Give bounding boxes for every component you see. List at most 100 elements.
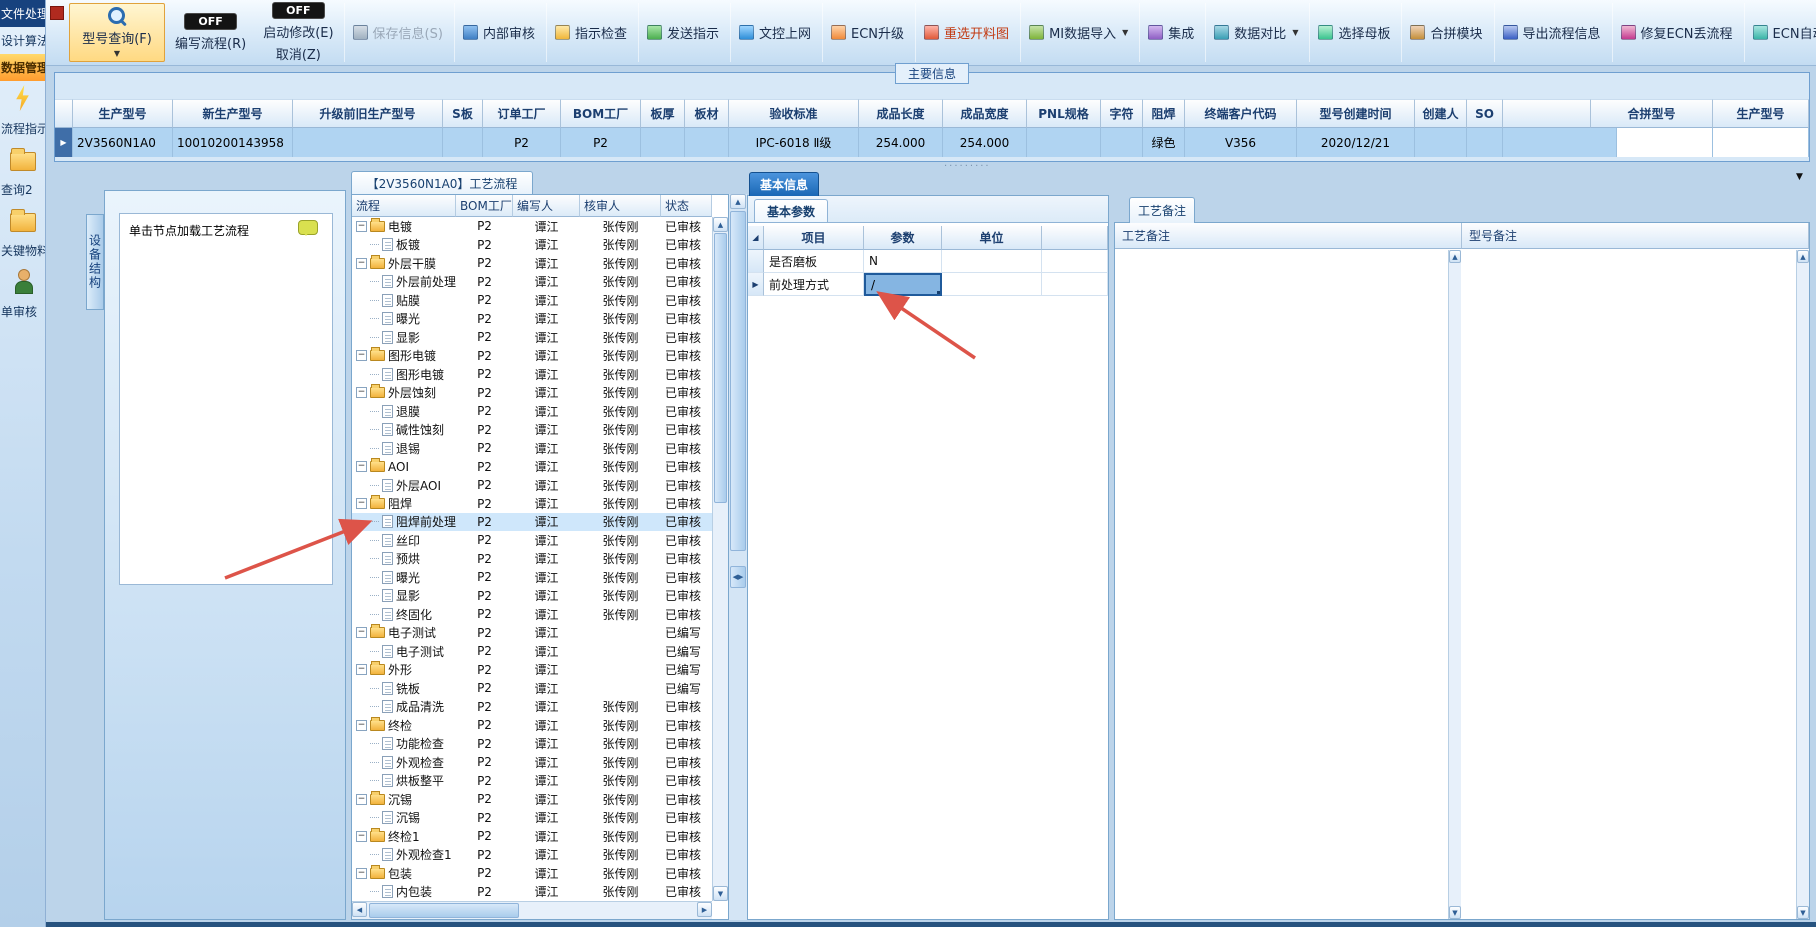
tree-row[interactable]: − 终检1 P2 谭江 张传刚 已审核 — [352, 827, 712, 845]
column-header[interactable]: PNL规格 — [1027, 99, 1101, 128]
scroll-down-icon[interactable]: ▼ — [713, 886, 728, 901]
column-header[interactable]: 新生产型号 — [173, 99, 293, 128]
tree-row[interactable]: − 电子测试 P2 谭江 已编写 — [352, 624, 712, 642]
tree-row[interactable]: − 外层蚀刻 P2 谭江 张传刚 已审核 — [352, 383, 712, 401]
grid-cell[interactable] — [1713, 128, 1809, 157]
grid-cell[interactable]: 2V3560N1A0 — [73, 128, 173, 157]
tree-vertical-scrollbar[interactable]: ▲ ▼ — [712, 217, 728, 901]
remarks-column-header[interactable]: 型号备注 — [1462, 223, 1809, 249]
scroll-left-icon[interactable]: ◀ — [352, 902, 367, 917]
off-toggle[interactable]: OFF — [184, 13, 237, 30]
grid-cell[interactable]: P2 — [561, 128, 641, 157]
grid-cell[interactable]: P2 — [483, 128, 561, 157]
scroll-up-icon[interactable]: ▲ — [713, 217, 728, 232]
scrollbar-thumb[interactable] — [714, 233, 727, 503]
main-info-data-row[interactable]: ▶ 2V3560N1A0 10010200143958 P2 P2 IPC-6018 Ⅱ级… — [55, 128, 1809, 157]
param-column-header[interactable]: 项目 — [764, 226, 864, 250]
toolbar-button[interactable]: 取消(Z) — [276, 44, 321, 63]
vertical-splitter[interactable]: ▲ ◀▶ — [729, 194, 747, 920]
column-header[interactable]: 字符 — [1101, 99, 1143, 128]
sidebar-item-design-algorithm[interactable]: 设计算法 — [0, 27, 45, 54]
tree-expander-icon[interactable]: − — [356, 664, 367, 676]
toolbar-button-merge-module[interactable]: 合拼模块 — [1401, 3, 1490, 62]
remarks-scrollbar-1[interactable]: ▲ ▼ — [1448, 250, 1461, 919]
tree-row[interactable]: 贴膜 P2 谭江 张传刚 已审核 — [352, 291, 712, 309]
tree-row[interactable]: 电子测试 P2 谭江 已编写 — [352, 642, 712, 660]
column-header[interactable]: 验收标准 — [729, 99, 859, 128]
chevron-down-icon[interactable]: ▼ — [1796, 172, 1803, 182]
column-header[interactable]: SO — [1467, 99, 1503, 128]
tree-row[interactable]: 沉锡 P2 谭江 张传刚 已审核 — [352, 809, 712, 827]
param-row[interactable]: ▶ 前处理方式 / — [748, 273, 1108, 296]
tree-expander-icon[interactable]: − — [356, 867, 367, 879]
tree-row[interactable]: − 图形电镀 P2 谭江 张传刚 已审核 — [352, 346, 712, 364]
sidebar-item-data-management[interactable]: 数据管理 — [0, 54, 45, 81]
column-header[interactable]: 升级前旧生产型号 — [293, 99, 443, 128]
column-header[interactable]: 型号创建时间 — [1297, 99, 1415, 128]
tree-expander-icon[interactable]: − — [356, 257, 367, 269]
param-unit-cell[interactable] — [942, 273, 1042, 296]
tree-expander-icon[interactable]: − — [356, 220, 367, 232]
toolbar-button-integrate[interactable]: 集成 — [1139, 3, 1202, 62]
sidebar-item-order-audit[interactable]: 单审核 — [0, 298, 45, 325]
tree-row[interactable]: 退膜 P2 谭江 张传刚 已审核 — [352, 402, 712, 420]
tree-row[interactable]: 退锡 P2 谭江 张传刚 已审核 — [352, 439, 712, 457]
tree-row[interactable]: 图形电镀 P2 谭江 张传刚 已审核 — [352, 365, 712, 383]
sidebar-item-key-materials[interactable]: 关键物料 — [0, 237, 45, 264]
param-value-cell[interactable]: / — [864, 273, 942, 296]
column-header[interactable]: 阻焊 — [1143, 99, 1185, 128]
toolbar-button-data-compare[interactable]: 数据对比 ▼ — [1205, 3, 1306, 62]
toolbar-button-select-motherboard[interactable]: 选择母板 — [1309, 3, 1398, 62]
toolbar-button-internal-audit[interactable]: 内部审核 — [453, 3, 543, 62]
scroll-right-icon[interactable]: ▶ — [697, 902, 712, 917]
toolbar-button[interactable]: 启动修改(E) — [263, 22, 333, 41]
column-header[interactable]: 板材 — [685, 99, 729, 128]
tree-expander-icon[interactable]: − — [356, 627, 367, 639]
grid-cell[interactable]: 10010200143958 — [173, 128, 293, 157]
toolbar-button[interactable]: 编写流程(R) — [175, 33, 246, 52]
scroll-up-icon[interactable]: ▲ — [1797, 250, 1809, 263]
tree-row[interactable]: − 外形 P2 谭江 已编写 — [352, 661, 712, 679]
tree-row[interactable]: 铣板 P2 谭江 已编写 — [352, 679, 712, 697]
toolbar-button-save[interactable]: 保存信息(S) — [343, 3, 451, 62]
tree-row[interactable]: 板镀 P2 谭江 张传刚 已审核 — [352, 235, 712, 253]
tree-row[interactable]: 外观检查1 P2 谭江 张传刚 已审核 — [352, 845, 712, 863]
toolbar-button-reselect-cutting[interactable]: 重选开料图 — [915, 3, 1017, 62]
column-header[interactable]: 终端客户代码 — [1185, 99, 1297, 128]
tree-row[interactable]: 终固化 P2 谭江 张传刚 已审核 — [352, 605, 712, 623]
scroll-down-icon[interactable]: ▼ — [1797, 906, 1809, 919]
dropdown-arrow-icon[interactable]: ▼ — [1292, 28, 1298, 37]
row-selector[interactable]: ▶ — [55, 128, 73, 157]
sidebar-item-file-processing[interactable]: 文件处理 — [0, 0, 45, 27]
tree-column-header[interactable]: 核审人 — [580, 195, 661, 217]
tree-column-header[interactable]: 流程 — [352, 195, 456, 217]
splitter-handle[interactable]: ········· — [944, 164, 994, 172]
grid-cell[interactable] — [1101, 128, 1143, 157]
column-header[interactable]: 成品宽度 — [943, 99, 1027, 128]
tree-expander-icon[interactable]: − — [356, 830, 367, 842]
tree-row[interactable]: − 终检 P2 谭江 张传刚 已审核 — [352, 716, 712, 734]
remarks-scrollbar-2[interactable]: ▲ ▼ — [1796, 250, 1809, 919]
toolbar-button-send-instruction[interactable]: 发送指示 — [637, 3, 727, 62]
column-header[interactable]: 生产型号 — [73, 99, 173, 128]
tree-expander-icon[interactable]: − — [356, 387, 367, 399]
grid-cell[interactable]: 绿色 — [1143, 128, 1185, 157]
param-column-header[interactable]: 单位 — [942, 226, 1042, 250]
grid-cell[interactable]: IPC-6018 Ⅱ级 — [729, 128, 859, 157]
tree-column-header[interactable]: BOM工厂 — [456, 195, 513, 217]
tree-expander-icon[interactable]: − — [356, 793, 367, 805]
tree-row[interactable]: 阻焊前处理 P2 谭江 张传刚 已审核 — [352, 512, 712, 532]
column-header[interactable]: S板 — [443, 99, 483, 128]
grid-cell[interactable] — [1415, 128, 1467, 157]
process-tree-title-tab[interactable]: 【2V3560N1A0】工艺流程 — [351, 171, 533, 194]
grid-cell[interactable]: 254.000 — [943, 128, 1027, 157]
grid-cell[interactable] — [685, 128, 729, 157]
tree-column-header[interactable]: 状态 — [661, 195, 712, 217]
param-item-cell[interactable]: 前处理方式 — [764, 273, 864, 296]
param-row-selector[interactable]: ▶ — [748, 273, 764, 296]
sidebar-item-flow-instruction[interactable]: 流程指示 — [0, 115, 45, 142]
dropdown-arrow-icon[interactable]: ▼ — [114, 49, 120, 58]
column-header[interactable]: 合拼型号 — [1591, 99, 1713, 128]
tree-row[interactable]: 内包装 P2 谭江 张传刚 已审核 — [352, 882, 712, 900]
tab-basic-params[interactable]: 基本参数 — [754, 199, 829, 222]
